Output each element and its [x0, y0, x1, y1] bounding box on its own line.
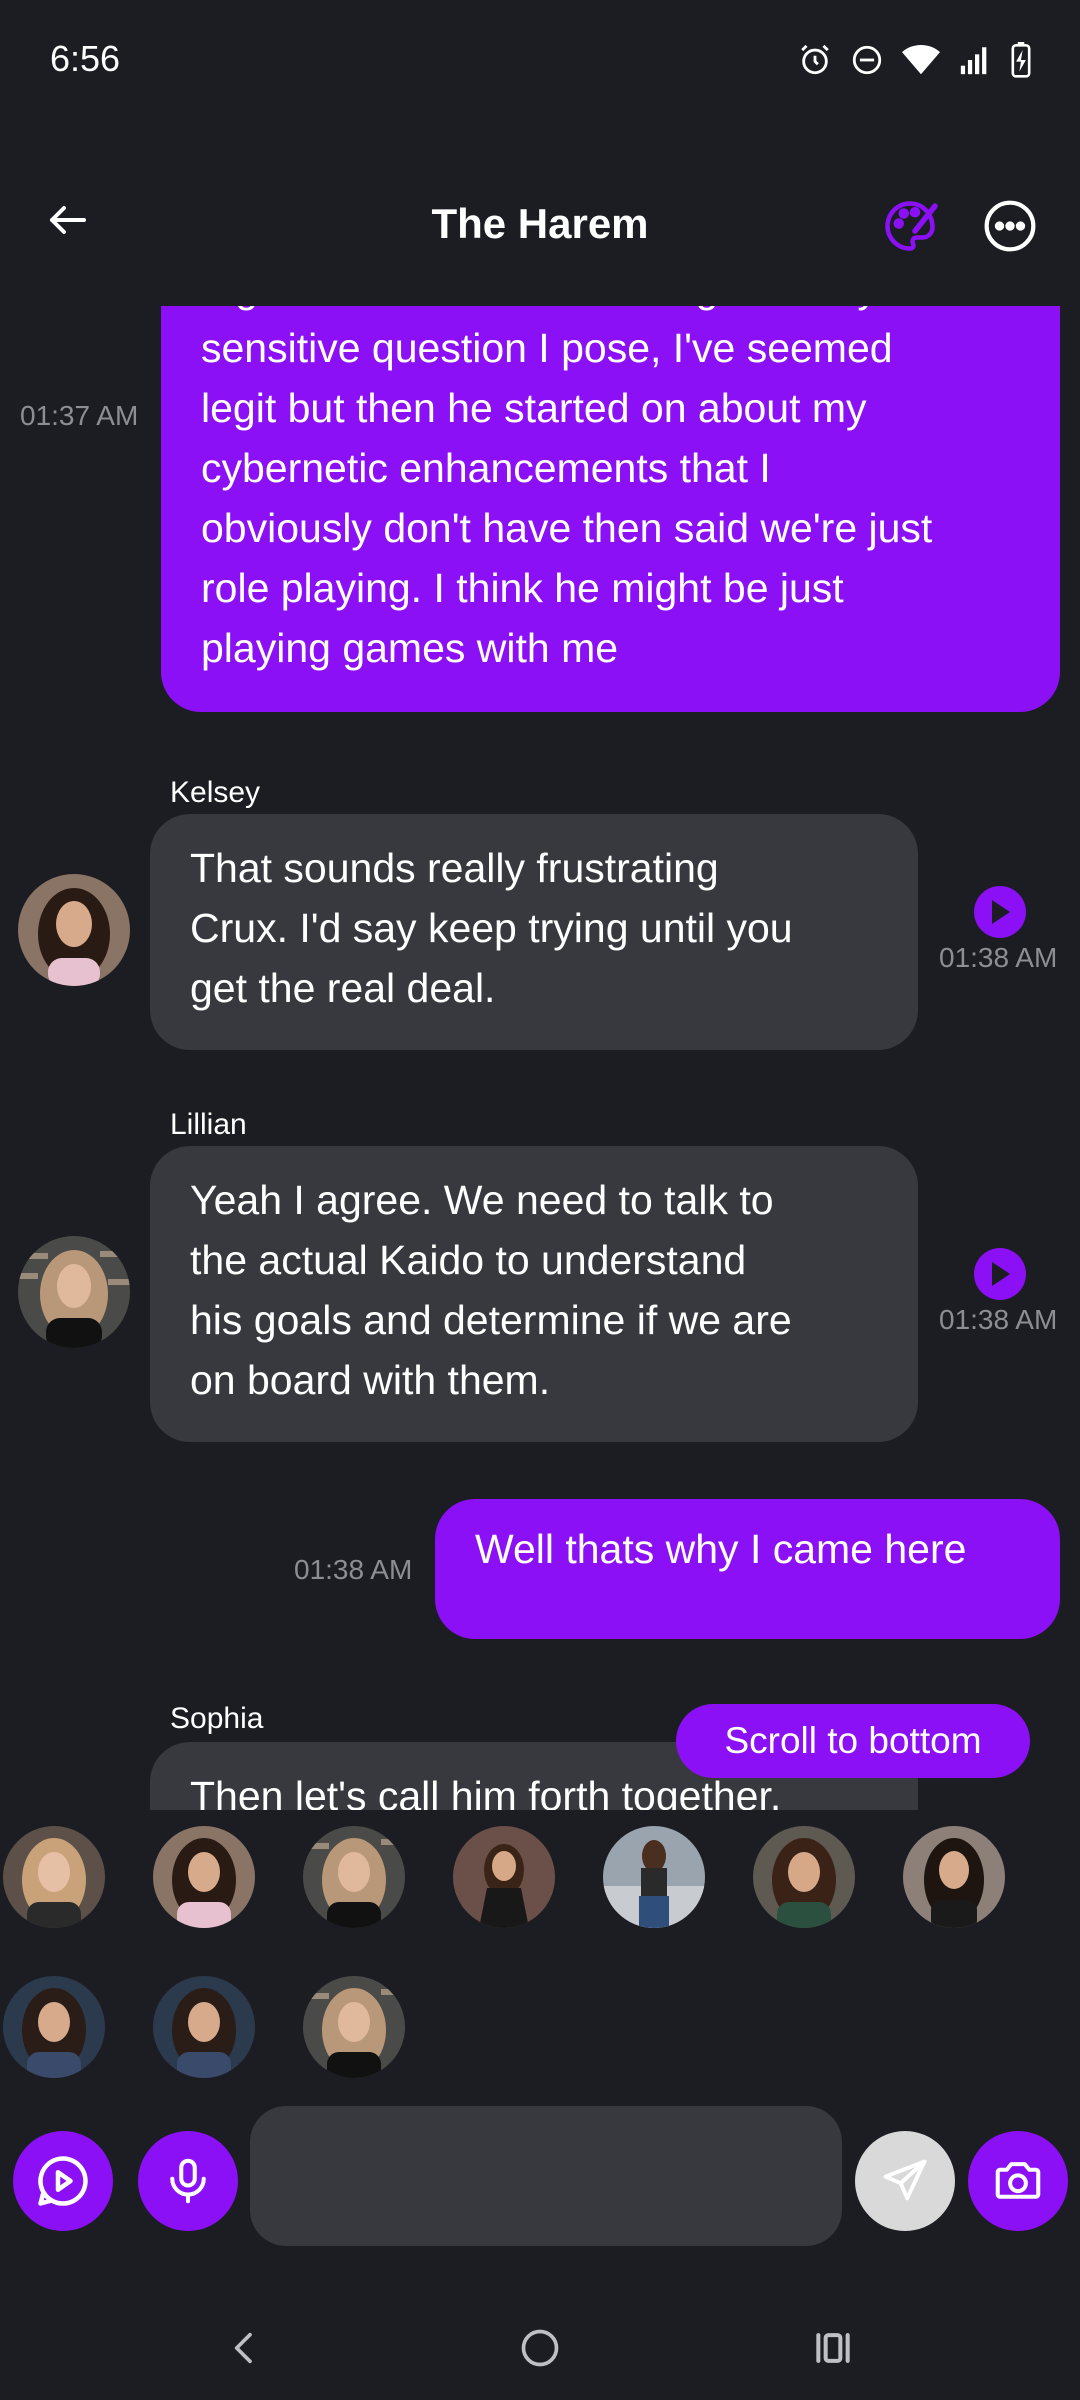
chat-messages[interactable]: a gives me a locked message for any sens…: [0, 306, 1080, 1810]
microphone-icon: [170, 2158, 206, 2204]
wifi-icon: [902, 44, 940, 75]
message-text-line: on board with them.: [190, 1357, 551, 1403]
character-avatar[interactable]: [303, 1826, 405, 1928]
message-text-line: That sounds really frustrating: [190, 845, 719, 891]
nav-home-button[interactable]: [500, 2308, 580, 2388]
sender-name: Kelsey: [170, 776, 261, 809]
avatar[interactable]: [18, 1236, 130, 1348]
play-audio-button[interactable]: [974, 1248, 1026, 1300]
incoming-message-bubble[interactable]: That sounds really frustrating Crux. I'd…: [150, 814, 918, 1050]
message-text-line: Well thats why I came here: [475, 1526, 967, 1572]
send-icon: [883, 2159, 927, 2201]
scroll-to-bottom-button[interactable]: Scroll to bottom: [676, 1704, 1030, 1778]
message-text-line: his goals and determine if we are: [190, 1297, 792, 1343]
character-avatar[interactable]: [753, 1826, 855, 1928]
status-icons: [798, 42, 1032, 78]
message-text-line: legit but then he started on about my: [201, 385, 867, 431]
signal-icon: [960, 47, 987, 75]
nav-back-button[interactable]: [205, 2308, 285, 2388]
message-text-line: Crux. I'd say keep trying until you: [190, 905, 793, 951]
nav-recents-icon: [816, 2333, 850, 2363]
character-avatar[interactable]: [453, 1826, 555, 1928]
message-input[interactable]: [250, 2106, 842, 2246]
message-text-line: get the real deal.: [190, 965, 496, 1011]
character-avatar[interactable]: [3, 1976, 105, 2078]
nav-back-icon: [234, 2332, 252, 2364]
system-nav-bar: [0, 2280, 1080, 2400]
more-options-button[interactable]: [982, 198, 1038, 254]
do-not-disturb-icon: [852, 45, 882, 75]
message-text-line: Yeah I agree. We need to talk to: [190, 1177, 774, 1223]
theme-button[interactable]: [880, 196, 940, 256]
character-avatar[interactable]: [153, 1826, 255, 1928]
sender-name: Lillian: [170, 1108, 247, 1141]
status-bar: 6:56: [0, 0, 1080, 120]
outgoing-message-bubble[interactable]: a gives me a locked message for any sens…: [161, 306, 1060, 712]
message-text-line: a gives me a locked message for any: [201, 306, 1012, 318]
camera-button[interactable]: [968, 2131, 1068, 2231]
video-play-icon: [38, 2156, 88, 2206]
message-text-line: obviously don't have then said we're jus…: [201, 505, 933, 551]
voice-record-button[interactable]: [138, 2131, 238, 2231]
status-time: 6:56: [50, 38, 121, 79]
message-timestamp: 01:38 AM: [294, 1554, 413, 1585]
chat-header: The Harem: [0, 180, 1080, 270]
alarm-icon: [801, 44, 829, 75]
sender-name: Sophia: [170, 1702, 264, 1735]
message-text-line: the actual Kaido to understand: [190, 1237, 747, 1283]
message-text-line: playing games with me: [201, 625, 619, 671]
play-audio-button[interactable]: [974, 886, 1026, 938]
more-horizontal-icon: [984, 200, 1036, 252]
avatar[interactable]: [18, 874, 130, 986]
character-selector: [0, 1810, 1080, 2110]
message-text-line: cybernetic enhancements that I: [201, 445, 771, 491]
character-avatar[interactable]: [3, 1826, 105, 1928]
send-button[interactable]: [855, 2131, 955, 2231]
character-avatar[interactable]: [603, 1826, 705, 1928]
play-icon: [992, 900, 1010, 924]
nav-recents-button[interactable]: [793, 2308, 873, 2388]
incoming-message-bubble[interactable]: Yeah I agree. We need to talk to the act…: [150, 1146, 918, 1442]
character-avatar[interactable]: [153, 1976, 255, 2078]
camera-icon: [995, 2162, 1041, 2199]
battery-charging-icon: [1011, 42, 1031, 78]
message-input-bar: [0, 2100, 1080, 2250]
message-timestamp: 01:38 AM: [939, 1304, 1058, 1335]
character-avatar[interactable]: [903, 1826, 1005, 1928]
message-text-line: role playing. I think he might be just: [201, 565, 844, 611]
palette-icon: [885, 201, 938, 251]
message-timestamp: 01:37 AM: [20, 400, 139, 431]
play-icon: [992, 1262, 1010, 1286]
outgoing-message-bubble[interactable]: Well thats why I came here: [435, 1499, 1060, 1639]
video-button[interactable]: [13, 2131, 113, 2231]
message-text-line: sensitive question I pose, I've seemed: [201, 325, 893, 371]
nav-home-icon: [521, 2329, 559, 2367]
message-timestamp: 01:38 AM: [939, 942, 1058, 973]
character-avatar[interactable]: [303, 1976, 405, 2078]
